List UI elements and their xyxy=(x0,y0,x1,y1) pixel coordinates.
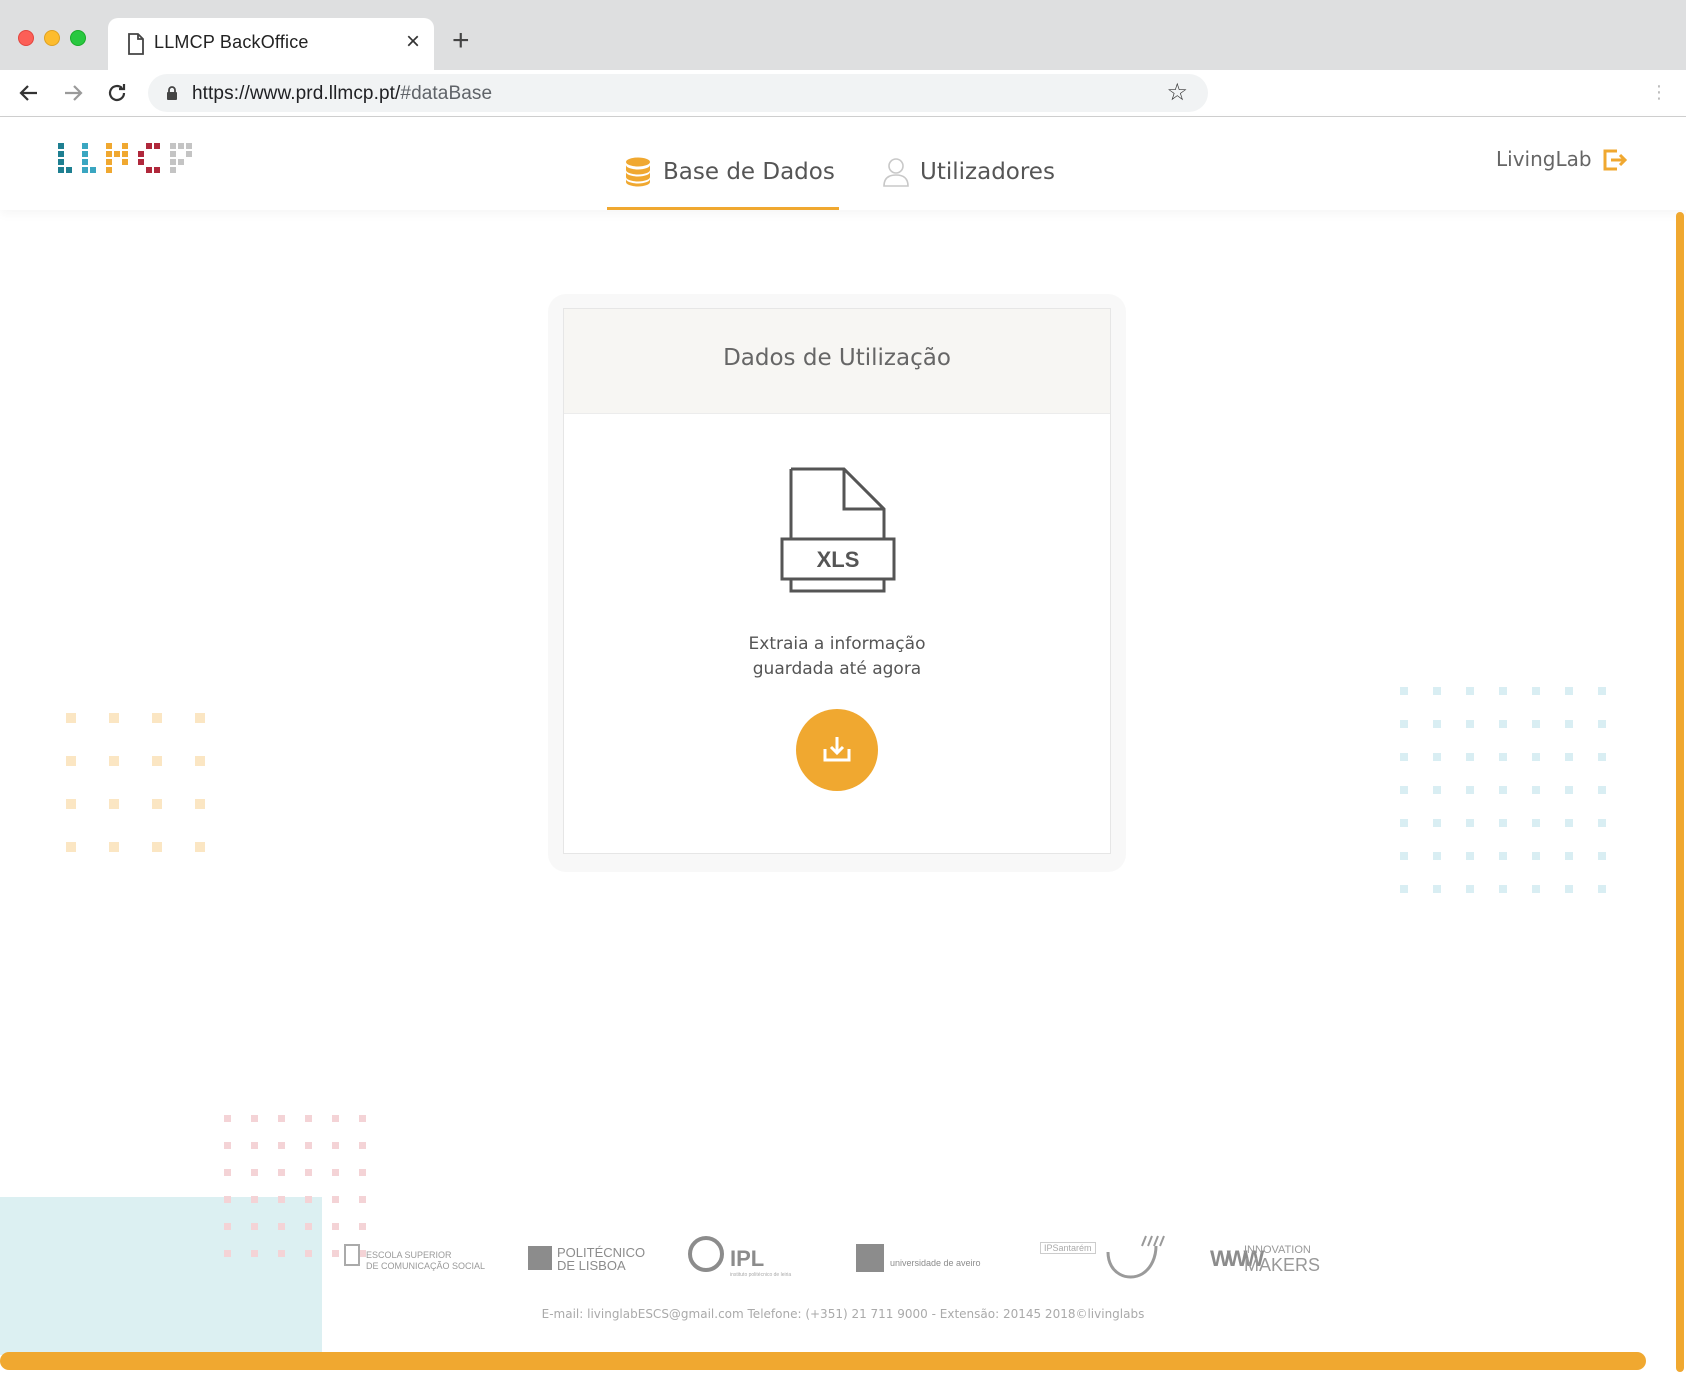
window-close-button[interactable] xyxy=(18,30,34,46)
user-name: LivingLab xyxy=(1496,147,1592,171)
tab-base-de-dados[interactable]: Base de Dados xyxy=(607,147,839,210)
decorative-dots xyxy=(1400,687,1606,893)
tab-utilizadores-label: Utilizadores xyxy=(920,159,1055,185)
card-description: Extraia a informação guardada até agora xyxy=(748,634,926,679)
logout-icon[interactable] xyxy=(1602,147,1628,173)
browser-toolbar: https://www.prd.llmcp.pt/#dataBase ☆ ⋮ xyxy=(0,70,1686,117)
browser-tab[interactable]: LLMCP BackOffice × xyxy=(108,18,434,70)
tab-base-de-dados-label: Base de Dados xyxy=(663,159,835,185)
app-header: Base de Dados Utilizadores LivingLab xyxy=(0,117,1686,210)
tab-title: LLMCP BackOffice xyxy=(154,32,309,52)
window-minimize-button[interactable] xyxy=(44,30,60,46)
tab-close-icon[interactable]: × xyxy=(406,28,420,56)
download-button[interactable] xyxy=(796,709,878,791)
browser-tab-strip: LLMCP BackOffice × + xyxy=(0,0,1686,70)
card-header: Dados de Utilização xyxy=(564,309,1110,414)
bookmark-star-icon[interactable]: ☆ xyxy=(1166,78,1188,107)
tab-utilizadores[interactable]: Utilizadores xyxy=(878,147,1078,210)
address-bar[interactable]: https://www.prd.llmcp.pt/#dataBase ☆ xyxy=(148,74,1208,112)
reload-icon[interactable] xyxy=(102,78,132,108)
page-icon xyxy=(128,33,144,55)
new-tab-button[interactable]: + xyxy=(452,26,470,56)
footer-contact: E-mail: livinglabESCS@gmail.com Telefone… xyxy=(541,1307,1145,1321)
download-icon xyxy=(823,737,851,762)
lock-icon xyxy=(167,86,177,100)
decorative-dots xyxy=(66,713,205,852)
database-icon xyxy=(626,157,650,187)
window-maximize-button[interactable] xyxy=(70,30,86,46)
back-arrow-icon[interactable] xyxy=(14,78,44,108)
svg-text:XLS: XLS xyxy=(817,547,860,572)
menu-icon[interactable]: ⋮ xyxy=(1650,82,1668,103)
user-icon xyxy=(883,158,909,187)
decorative-dots xyxy=(224,1115,366,1257)
url-text: https://www.prd.llmcp.pt/#dataBase xyxy=(192,83,493,104)
llmcp-logo xyxy=(58,143,192,173)
usage-data-card: Dados de Utilização XLS Extraia a inform… xyxy=(563,308,1111,854)
vertical-scrollbar[interactable] xyxy=(1676,212,1684,1372)
forward-arrow-icon[interactable] xyxy=(58,78,88,108)
horizontal-scrollbar[interactable] xyxy=(0,1352,1646,1370)
xls-file-icon: XLS xyxy=(780,467,896,593)
card-title: Dados de Utilização xyxy=(723,345,951,371)
